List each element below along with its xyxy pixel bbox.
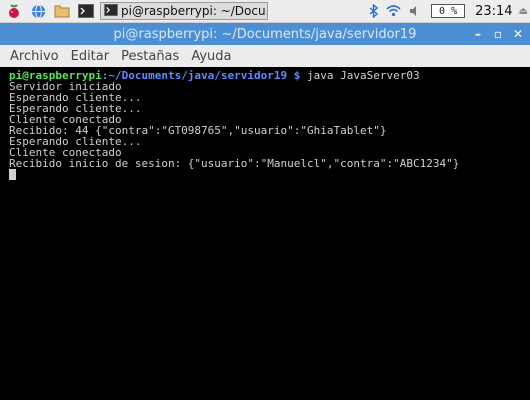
cursor-line [9,169,530,180]
bluetooth-icon[interactable] [369,4,379,18]
menu-archivo[interactable]: Archivo [10,49,59,64]
menu-ayuda[interactable]: Ayuda [191,49,231,64]
top-panel: pi@raspberrypi: ~/Docu... 0 % 23:14 ⏏ [0,0,530,23]
close-button[interactable]: ✕ [508,27,528,41]
terminal-window-icon [104,3,118,19]
terminal-launcher-icon[interactable] [76,1,96,21]
taskbar-window-button[interactable]: pi@raspberrypi: ~/Docu... [100,2,268,20]
text-cursor [9,169,16,180]
prompt-path: :~/Documents/java/servidor19 $ [101,69,301,82]
clock[interactable]: 23:14 [475,4,512,19]
menu-editar[interactable]: Editar [71,49,110,64]
file-manager-icon[interactable] [52,1,72,21]
taskbar-window-label: pi@raspberrypi: ~/Docu... [121,4,268,18]
window-title: pi@raspberrypi: ~/Documents/java/servido… [113,26,417,42]
eject-icon[interactable]: ⏏ [519,6,528,17]
menu-bar: Archivo Editar Pestañas Ayuda [0,45,530,67]
minimize-button[interactable]: – [468,27,488,41]
cpu-usage-monitor[interactable]: 0 % [431,4,466,18]
maximize-button[interactable]: ▫ [488,27,508,41]
terminal-output[interactable]: pi@raspberrypi:~/Documents/java/servidor… [0,67,530,400]
window-titlebar[interactable]: pi@raspberrypi: ~/Documents/java/servido… [0,23,530,45]
window-controls: – ▫ ✕ [468,23,528,45]
volume-icon[interactable] [409,5,421,17]
raspberry-menu-icon[interactable] [4,1,24,21]
web-browser-icon[interactable] [28,1,48,21]
wifi-icon[interactable] [386,5,401,17]
system-tray: 0 % 23:14 ⏏ [361,0,530,22]
menu-pestanas[interactable]: Pestañas [121,49,179,64]
prompt-command: java JavaServer03 [300,69,420,82]
output-line: Recibido inicio de sesion: {"usuario":"M… [9,157,460,170]
